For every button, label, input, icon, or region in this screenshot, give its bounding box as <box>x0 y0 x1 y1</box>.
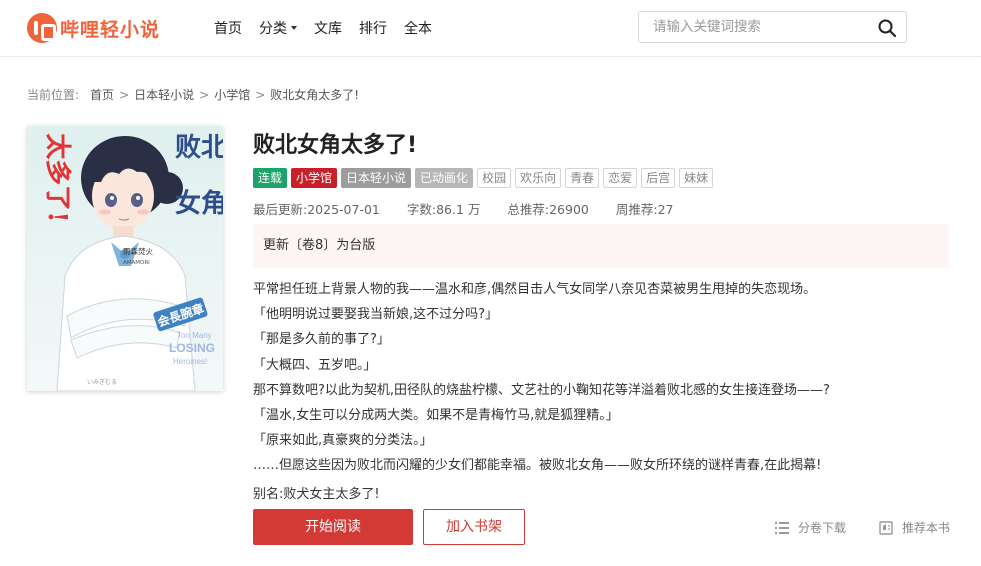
site-header: 哔哩轻小说 首页 分类 文库 排行 全本 <box>0 0 981 57</box>
cover-author-en: AMAMORI <box>123 260 150 266</box>
cover-illustrator: いみぎむる <box>87 378 117 386</box>
description-line: ……但愿这些因为败北而闪耀的少女们都能幸福。被败北女角——败女所环绕的谜样青春,… <box>253 458 822 474</box>
breadcrumb-separator: > <box>119 87 130 102</box>
cover-title-line1: 败北 <box>175 133 223 163</box>
description-line: 「原来如此,真豪爽的分类法。」 <box>253 433 433 449</box>
nav-item-label: 分类 <box>259 21 287 37</box>
nav-item-complete[interactable]: 全本 <box>404 18 432 38</box>
cover-en-title-line2: LOSING <box>169 341 215 355</box>
last-update: 最后更新:2025-07-01 <box>253 202 380 217</box>
tag-badge[interactable]: 日本轻小说 <box>341 168 412 188</box>
breadcrumb-item-category[interactable]: 日本轻小说 <box>134 86 194 103</box>
breadcrumb-prefix: 当前位置: <box>27 88 80 102</box>
description-line: 「那是多久前的事了?」 <box>253 332 390 348</box>
cover-en-title-line3: Heroines! <box>173 357 207 366</box>
logo-icon <box>27 13 57 43</box>
description-line: 那不算数吧?以此为契机,田径队的烧盐柠檬、文艺社的小鞠知花等洋溢着败北感的女生接… <box>253 382 830 398</box>
tag-badge[interactable]: 校园 <box>477 168 512 188</box>
nav-item-label: 文库 <box>314 21 342 37</box>
caret-down-icon <box>291 26 297 30</box>
search-input[interactable] <box>639 12 859 42</box>
word-count: 字数:86.1 万 <box>406 202 481 217</box>
description-line: 「他明明说过要娶我当新娘,这不过分吗?」 <box>253 307 499 323</box>
logo-text: 哔哩轻小说 <box>60 18 161 41</box>
tag-badge[interactable]: 青春 <box>565 168 600 188</box>
description-line: 平常担任班上背景人物的我——温水和彦,偶然目击人气女同学八奈见杏菜被男生甩掉的失… <box>253 282 817 297</box>
cover-en-title-line1: Too Many <box>177 331 212 340</box>
tag-badge[interactable]: 已动画化 <box>415 168 474 188</box>
description-line: 「大概四、五岁吧。」 <box>253 357 377 373</box>
nav-item-library[interactable]: 文库 <box>314 18 342 38</box>
breadcrumb-separator: > <box>255 87 266 102</box>
recommend-icon <box>879 520 893 535</box>
nav-item-label: 全本 <box>404 21 432 37</box>
book-alias: 别名:败犬女主太多了! <box>253 487 380 502</box>
latest-update[interactable]: 更新〔卷8〕为台版 <box>253 224 949 268</box>
book-meta: 最后更新:2025-07-01 字数:86.1 万 总推荐:26900 周推荐:… <box>253 199 701 218</box>
nav-item-label: 排行 <box>359 21 387 37</box>
start-reading-button[interactable]: 开始阅读 <box>253 509 413 545</box>
cover-author: 雨森焚火 <box>123 246 153 256</box>
tag-badge[interactable]: 欢乐向 <box>515 168 562 188</box>
description-line: 「温水,女生可以分成两大类。如果不是青梅竹马,就是狐狸精。」 <box>253 408 619 424</box>
nav-item-label: 首页 <box>214 21 242 37</box>
book-cover[interactable]: 会長腕章 败北 女角 太多了! 雨森焚火 AMAMORI Too Many LO… <box>27 126 223 391</box>
breadcrumb-separator: > <box>199 87 210 102</box>
breadcrumb: 当前位置: 首页 > 日本轻小说 > 小学馆 > 败北女角太多了! <box>27 86 359 103</box>
site-logo[interactable]: 哔哩轻小说 <box>27 12 160 44</box>
tag-badge[interactable]: 后宫 <box>641 168 676 188</box>
recommend-book-link[interactable]: 推荐本书 <box>879 519 950 536</box>
nav-item-category[interactable]: 分类 <box>259 18 297 38</box>
search-icon[interactable] <box>877 18 897 38</box>
list-icon <box>775 521 789 534</box>
tag-badge[interactable]: 恋爱 <box>603 168 638 188</box>
nav-item-home[interactable]: 首页 <box>214 18 242 38</box>
book-description: 平常担任班上背景人物的我——温水和彦,偶然目击人气女同学八奈见杏菜被男生甩掉的失… <box>253 277 953 479</box>
breadcrumb-item-current: 败北女角太多了! <box>270 88 360 102</box>
nav-item-ranking[interactable]: 排行 <box>359 18 387 38</box>
tag-badge[interactable]: 小学馆 <box>291 168 338 188</box>
breadcrumb-item-publisher[interactable]: 小学馆 <box>214 86 250 103</box>
book-title: 败北女角太多了! <box>253 133 418 158</box>
volume-download-link[interactable]: 分卷下载 <box>775 519 846 536</box>
cover-title-line3: 太多了! <box>42 133 72 222</box>
weekly-recommend: 周推荐:27 <box>615 202 674 217</box>
main-nav: 首页 分类 文库 排行 全本 <box>214 0 449 56</box>
recommend-book-label: 推荐本书 <box>902 521 951 535</box>
total-recommend: 总推荐:26900 <box>507 202 589 217</box>
cover-title-line2: 女角 <box>175 188 223 219</box>
tag-list: 连载 小学馆 日本轻小说 已动画化 校园 欢乐向 青春 恋爱 后宫 妹妹 <box>253 168 717 188</box>
volume-download-label: 分卷下载 <box>798 521 847 535</box>
tag-badge[interactable]: 连载 <box>253 168 288 188</box>
breadcrumb-item-home[interactable]: 首页 <box>90 86 114 103</box>
add-to-shelf-button[interactable]: 加入书架 <box>423 509 525 545</box>
cover-illustration: 会長腕章 败北 女角 太多了! 雨森焚火 AMAMORI Too Many LO… <box>27 126 223 391</box>
search-box <box>638 11 907 43</box>
tag-badge[interactable]: 妹妹 <box>679 168 714 188</box>
